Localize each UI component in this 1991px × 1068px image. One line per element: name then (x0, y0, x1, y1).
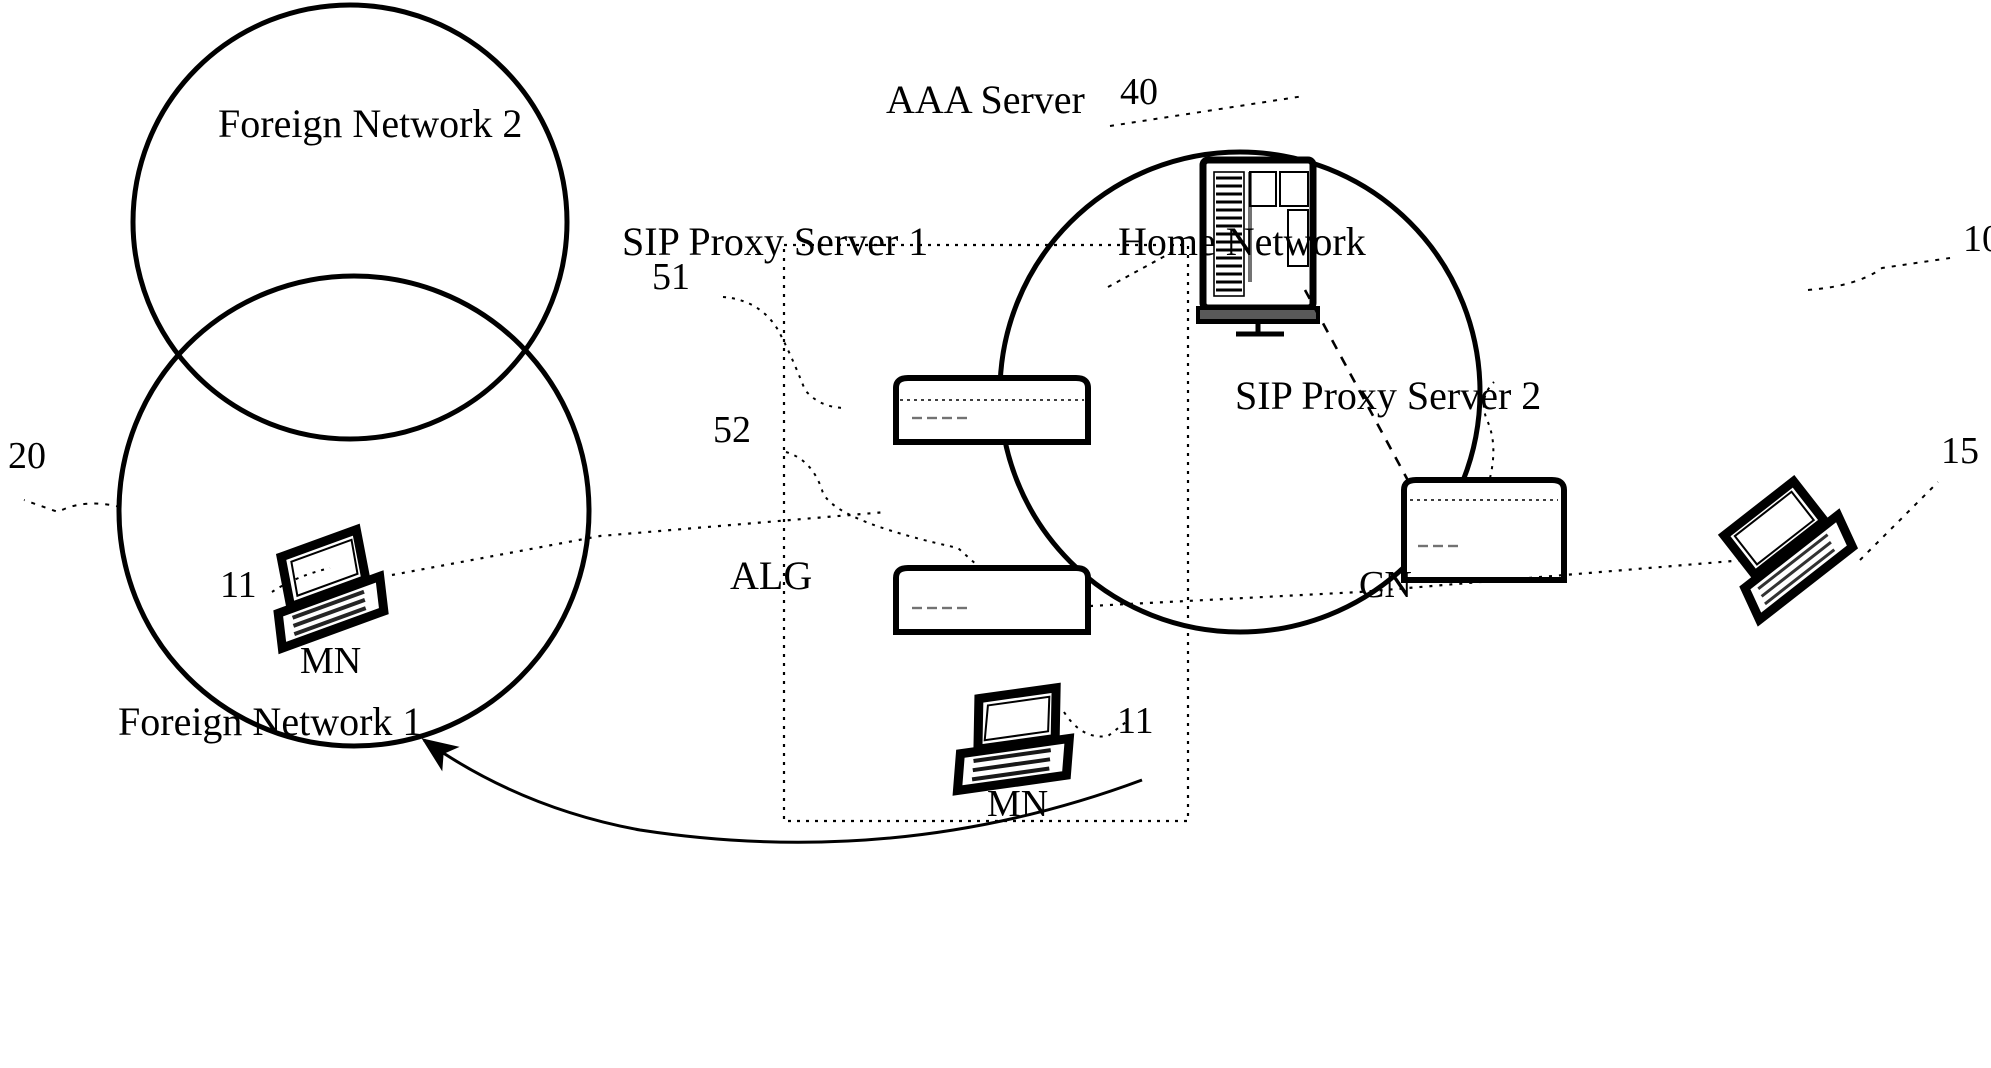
label-home-network: Home Network (1118, 219, 1366, 264)
sip-proxy-server-1-icon (893, 375, 1091, 445)
reference-numeral-20: 20 (8, 435, 46, 477)
mn-laptop-foreign-icon (273, 523, 389, 655)
alg-icon (893, 565, 1091, 635)
reference-numeral-40: 40 (1120, 71, 1158, 113)
mn-laptop-bottom-icon (952, 682, 1075, 796)
leader-15 (1859, 481, 1939, 561)
label-foreign-network-2: Foreign Network 2 (218, 101, 523, 146)
label-sip-proxy-server-2: SIP Proxy Server 2 (1235, 373, 1542, 418)
reference-numeral-11-foreign: 11 (220, 564, 257, 606)
reference-numeral-15: 15 (1941, 430, 1979, 472)
label-cn: CN (1359, 564, 1412, 606)
label-mn-foreign: MN (300, 640, 362, 682)
reference-numeral-51: 51 (652, 256, 690, 298)
leader-20 (23, 499, 121, 514)
label-alg: ALG (730, 553, 813, 598)
reference-numeral-52: 52 (713, 409, 751, 451)
leader-52 (785, 451, 979, 567)
circle-foreign-network-2 (130, 2, 570, 442)
reference-numeral-10: 10 (1963, 218, 1991, 260)
leader-10 (1807, 257, 1951, 291)
sip-proxy-server-2-icon (1401, 477, 1567, 583)
label-foreign-network-1: Foreign Network 1 (118, 699, 423, 744)
label-aaa-server: AAA Server (886, 77, 1085, 122)
cn-laptop-icon (1717, 475, 1859, 627)
figure-canvas: Foreign Network 2 Foreign Network 1 Home… (0, 0, 1991, 1068)
diagram-vector-layer (23, 2, 1951, 844)
reference-numeral-11-bottom: 11 (1117, 700, 1154, 742)
label-mn-bottom: MN (987, 783, 1049, 825)
